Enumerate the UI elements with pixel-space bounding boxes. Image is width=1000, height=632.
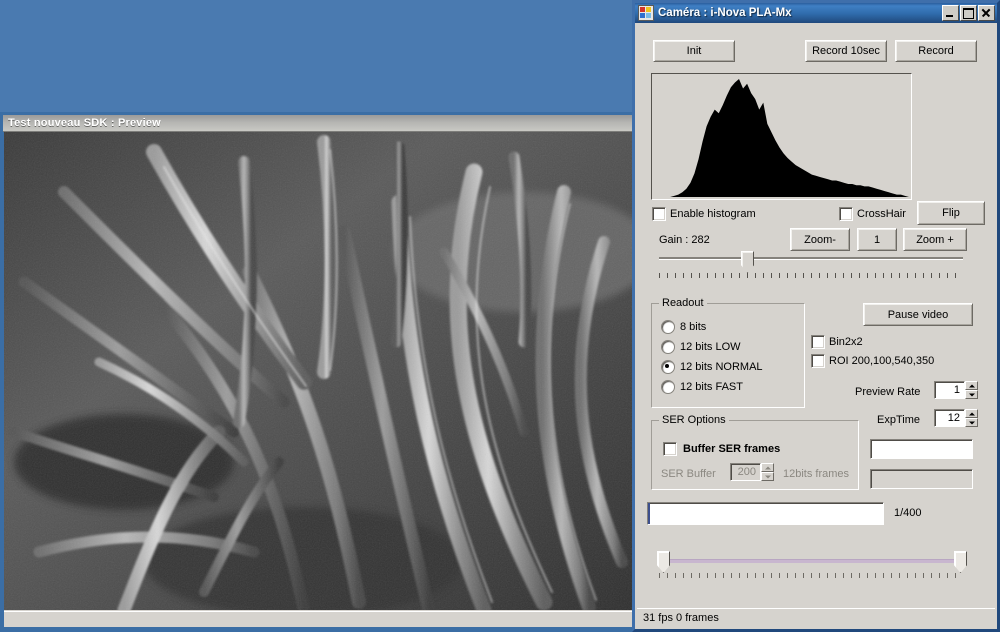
- exp-time-label: ExpTime: [877, 414, 920, 426]
- preview-window-client: [4, 132, 634, 627]
- text-field-2[interactable]: [870, 469, 973, 489]
- exp-time-value[interactable]: 12: [934, 409, 965, 427]
- radio-12-bits-low-label: 12 bits LOW: [680, 341, 741, 353]
- capture-progress-label: 1/400: [894, 507, 922, 519]
- roi-label: ROI 200,100,540,350: [829, 355, 935, 367]
- preview-rate-value[interactable]: 1: [934, 381, 965, 399]
- ser-buffer-spin-down[interactable]: [761, 472, 774, 481]
- exp-time-spin-down[interactable]: [965, 418, 978, 427]
- preview-rate-label: Preview Rate: [855, 386, 921, 398]
- exp-time-spin-up[interactable]: [965, 409, 978, 418]
- camera-window-title: Caméra : i-Nova PLA-Mx: [658, 7, 792, 19]
- levels-range-low-handle[interactable]: [657, 551, 670, 573]
- preview-window-titlebar[interactable]: Test nouveau SDK : Preview: [3, 115, 635, 132]
- enable-histogram-label: Enable histogram: [670, 208, 756, 220]
- init-button[interactable]: Init: [653, 40, 735, 62]
- radio-12-bits-fast-label: 12 bits FAST: [680, 381, 743, 393]
- ser-options-group-label: SER Options: [659, 414, 729, 426]
- minimize-icon[interactable]: [942, 5, 959, 21]
- camera-window-client: Init Record 10sec Record Enable histogra…: [635, 23, 997, 629]
- maximize-icon[interactable]: [960, 5, 977, 21]
- preview-rate-spin-up[interactable]: [965, 381, 978, 390]
- radio-8-bits-label: 8 bits: [680, 321, 707, 333]
- histogram-display[interactable]: [651, 73, 912, 200]
- readout-group-label: Readout: [659, 297, 707, 309]
- exp-time-spin-buttons[interactable]: [965, 409, 978, 427]
- close-icon[interactable]: [978, 5, 995, 21]
- preview-rate-stepper[interactable]: 1: [934, 381, 978, 399]
- preview-foliage-graphic: [4, 132, 634, 610]
- ser-buffer-label: SER Buffer: [661, 468, 716, 480]
- histogram-chart: [654, 79, 909, 197]
- camera-window-titlebar[interactable]: Caméra : i-Nova PLA-Mx: [635, 3, 997, 23]
- crosshair-checkbox[interactable]: [839, 207, 853, 221]
- preview-rate-spin-buttons[interactable]: [965, 381, 978, 399]
- zoom-level-button[interactable]: 1: [857, 228, 897, 251]
- record-10sec-button[interactable]: Record 10sec: [805, 40, 887, 62]
- camera-status-bar: 31 fps 0 frames: [637, 608, 995, 627]
- zoom-in-button[interactable]: Zoom +: [903, 228, 967, 251]
- buffer-ser-frames-label: Buffer SER frames: [683, 443, 781, 455]
- preview-rate-spin-down[interactable]: [965, 390, 978, 399]
- capture-progress-bar: [647, 502, 884, 525]
- ser-buffer-spin-up[interactable]: [761, 463, 774, 472]
- ser-buffer-units-label: 12bits frames: [783, 468, 850, 480]
- bin2x2-label: Bin2x2: [829, 336, 863, 348]
- gain-slider[interactable]: [659, 251, 963, 279]
- status-bar-text: 31 fps 0 frames: [643, 612, 719, 624]
- radio-8-bits[interactable]: [661, 320, 675, 334]
- roi-checkbox[interactable]: [811, 354, 825, 368]
- radio-12-bits-normal-label: 12 bits NORMAL: [680, 361, 763, 373]
- gain-label: Gain : 282: [659, 234, 710, 246]
- preview-window-title: Test nouveau SDK : Preview: [8, 117, 161, 129]
- ser-buffer-stepper[interactable]: 200: [730, 463, 774, 481]
- buffer-ser-frames-checkbox[interactable]: [663, 442, 677, 456]
- bin2x2-checkbox[interactable]: [811, 335, 825, 349]
- pause-video-button[interactable]: Pause video: [863, 303, 973, 326]
- radio-12-bits-normal[interactable]: [661, 360, 675, 374]
- levels-range-track: [663, 559, 959, 563]
- levels-range-ticks: [659, 573, 963, 578]
- exp-time-stepper[interactable]: 12: [934, 409, 978, 427]
- ser-buffer-value[interactable]: 200: [730, 463, 761, 481]
- record-button[interactable]: Record: [895, 40, 977, 62]
- app-window-icon: [638, 5, 654, 21]
- camera-preview-image[interactable]: [4, 132, 634, 610]
- ser-buffer-spin-buttons[interactable]: [761, 463, 774, 481]
- preview-window[interactable]: Test nouveau SDK : Preview: [0, 112, 638, 632]
- text-field-1[interactable]: [870, 439, 973, 459]
- flip-button[interactable]: Flip: [917, 201, 985, 225]
- gain-slider-ticks: [659, 273, 963, 278]
- gain-slider-thumb[interactable]: [741, 251, 755, 273]
- gain-slider-track: [659, 257, 963, 260]
- zoom-out-button[interactable]: Zoom-: [790, 228, 850, 251]
- levels-range-slider[interactable]: [657, 551, 967, 579]
- enable-histogram-checkbox[interactable]: [652, 207, 666, 221]
- preview-window-statusbar: [4, 611, 634, 627]
- crosshair-label: CrossHair: [857, 208, 906, 220]
- radio-12-bits-fast[interactable]: [661, 380, 675, 394]
- camera-control-window[interactable]: Caméra : i-Nova PLA-Mx Init Record 10sec…: [632, 0, 1000, 632]
- radio-12-bits-low[interactable]: [661, 340, 675, 354]
- levels-range-high-handle[interactable]: [954, 551, 967, 573]
- capture-progress-fill: [648, 503, 650, 524]
